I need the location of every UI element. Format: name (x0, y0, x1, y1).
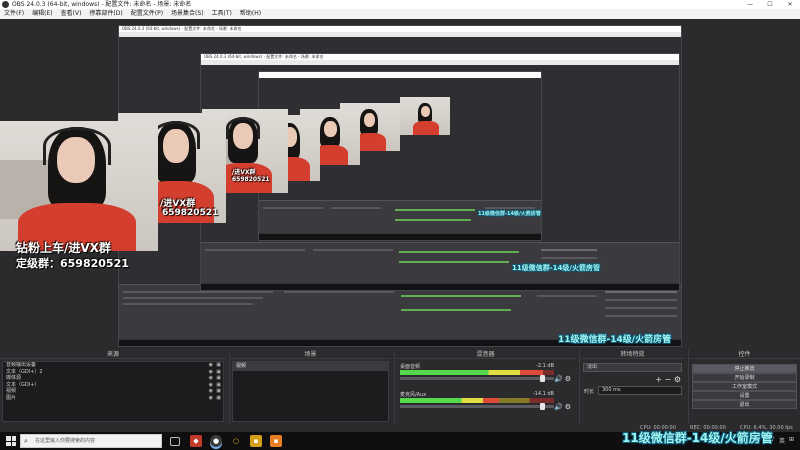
overlay-text-main-line2: 定级群：659820521 (16, 257, 129, 270)
scene-item[interactable]: 视频 (233, 362, 388, 371)
mixer-dock: 混音器 桌面音频 -2.1 dB 🔊 ⚙ 麦克风/Aux -14.1 dB 🔊 (394, 350, 576, 434)
app-icon-gold[interactable]: ▪ (250, 435, 262, 447)
streamer-image-main (0, 121, 158, 251)
speaker-icon[interactable]: 🔊 (554, 375, 563, 383)
transitions-header: 转场特效 (580, 350, 685, 359)
remove-transition-button[interactable]: − (665, 375, 672, 384)
app-icon-red[interactable]: ◆ (190, 435, 202, 447)
overlay-text-tiny-line2: 659820521 (232, 176, 270, 183)
transition-gear-icon[interactable]: ⚙ (674, 375, 681, 384)
visibility-eye-icon[interactable]: ◉ (209, 395, 213, 402)
track-gear-icon[interactable]: ⚙ (565, 403, 571, 411)
title-bar: OBS 24.0.3 (64-bit, windows) - 配置文件: 未命名… (0, 0, 800, 9)
overlay-banner-level2: 11级微信群-14级/火箭房管 (512, 264, 600, 272)
menu-docks[interactable]: 停靠部件(D) (89, 9, 122, 19)
search-icon: ⌕ (24, 437, 28, 445)
volume-slider[interactable] (400, 375, 554, 382)
track-db: -2.1 dB (536, 363, 554, 369)
tray-ime-indicator[interactable]: 英 (779, 436, 785, 445)
lock-icon[interactable]: ▣ (216, 395, 221, 402)
mixer-track-mic: 麦克风/Aux -14.1 dB 🔊 ⚙ (399, 391, 572, 411)
window-title: OBS 24.0.3 (64-bit, windows) - 配置文件: 未命名… (12, 1, 192, 8)
menu-tools[interactable]: 工具(T) (212, 9, 232, 19)
menu-view[interactable]: 查看(V) (61, 9, 82, 19)
duration-input[interactable]: 300 ms (598, 386, 682, 395)
transition-add-remove: + − ⚙ (655, 375, 681, 384)
menu-profile[interactable]: 配置文件(P) (131, 9, 163, 19)
menu-file[interactable]: 文件(F) (4, 9, 24, 19)
track-db: -14.1 dB (532, 391, 554, 397)
menu-help[interactable]: 帮助(H) (240, 9, 261, 19)
minimize-button[interactable]: — (740, 0, 760, 9)
volume-slider-knob[interactable] (540, 403, 546, 410)
controls-header: 控件 (689, 350, 800, 359)
source-item[interactable]: 图片 ◉ ▣ (3, 395, 223, 402)
duration-label: 时长 (584, 389, 595, 395)
task-view-icon[interactable] (170, 437, 180, 446)
exit-button[interactable]: 退出 (692, 400, 797, 409)
sources-dock: 来源 音频输出设备 ◉ ▣ 文本（GDI+）2 ◉ ▣ 媒体源 ◉ ▣ 文本（GDI+） ◉ ▣… (0, 350, 226, 434)
scenes-dock: 场景 视频 + − ⌃ ⌄ (229, 350, 391, 434)
track-name: 麦克风/Aux (400, 392, 427, 398)
overlay-text-tiny-line1: /进VX群 (232, 169, 256, 176)
scenes-list[interactable]: 视频 (232, 361, 389, 422)
overlay-banner-main: 11级微信群-14级/火箭房管 (622, 431, 773, 445)
volume-slider[interactable] (400, 403, 554, 410)
close-button[interactable]: ✕ (780, 0, 800, 9)
overlay-text-small-line2: 659820521 (162, 208, 219, 218)
volume-slider-knob[interactable] (540, 375, 546, 382)
studio-mode-button[interactable]: 工作室模式 (692, 382, 797, 391)
taskbar-search-placeholder: 在这里输入你要搜索的内容 (35, 438, 96, 444)
scenes-header: 场景 (230, 350, 391, 359)
app-icon-yellow-ring[interactable]: ○ (230, 435, 242, 447)
start-recording-button[interactable]: 开始录制 (692, 373, 797, 382)
settings-button[interactable]: 设置 (692, 391, 797, 400)
maximize-button[interactable]: ☐ (760, 0, 780, 9)
app-icon-orange[interactable]: ▪ (270, 435, 282, 447)
mixer-header: 混音器 (395, 350, 576, 359)
sources-list[interactable]: 音频输出设备 ◉ ▣ 文本（GDI+）2 ◉ ▣ 媒体源 ◉ ▣ 文本（GDI+） ◉ ▣ 视频… (2, 361, 224, 422)
windows-start-icon[interactable] (6, 436, 16, 446)
overlay-text-main-line1: 钻粉上车/进VX群 (16, 241, 111, 255)
taskbar-search[interactable]: ⌕ 在这里输入你要搜索的内容 (20, 434, 162, 448)
obs-logo-icon (2, 1, 9, 8)
volume-meter (400, 370, 554, 375)
overlay-banner-level1: 11级微信群-14级/火箭房管 (558, 335, 672, 345)
stop-streaming-button[interactable]: 停止推流 (692, 364, 797, 373)
track-gear-icon[interactable]: ⚙ (565, 375, 571, 383)
transitions-dock: 转场特效 淡出 + − ⚙ 时长 300 ms (579, 350, 685, 434)
mixer-track-desktop: 桌面音频 -2.1 dB 🔊 ⚙ (399, 363, 572, 383)
menu-scene-collection[interactable]: 场景集合(S) (171, 9, 204, 19)
add-transition-button[interactable]: + (655, 375, 662, 384)
window-controls: — ☐ ✕ (740, 0, 800, 9)
track-name: 桌面音频 (400, 364, 421, 370)
tray-notification-icon[interactable]: ⊞ (789, 436, 794, 445)
menu-edit[interactable]: 编辑(E) (32, 9, 52, 19)
controls-dock: 控件 停止推流 开始录制 工作室模式 设置 退出 (688, 350, 800, 434)
dock-area: 来源 音频输出设备 ◉ ▣ 文本（GDI+）2 ◉ ▣ 媒体源 ◉ ▣ 文本（GDI+） ◉ ▣… (0, 350, 800, 434)
obs-taskbar-icon[interactable]: ● (210, 435, 222, 447)
overlay-banner-level3: 11级微信群-14级/火箭房管 (478, 211, 541, 217)
speaker-icon[interactable]: 🔊 (554, 403, 563, 411)
preview-canvas[interactable]: OBS 24.0.3 (64-bit, windows) - 配置文件: 未命名… (0, 19, 800, 350)
volume-meter (400, 398, 554, 403)
sources-header: 来源 (0, 350, 226, 359)
mixer-panel: 桌面音频 -2.1 dB 🔊 ⚙ 麦克风/Aux -14.1 dB 🔊 ⚙ (397, 361, 574, 432)
menu-bar: 文件(F) 编辑(E) 查看(V) 停靠部件(D) 配置文件(P) 场景集合(S… (0, 9, 800, 19)
obs-window: OBS 24.0.3 (64-bit, windows) - 配置文件: 未命名… (0, 0, 800, 450)
transition-select[interactable]: 淡出 (583, 363, 682, 372)
streamer-image-6 (400, 97, 450, 135)
